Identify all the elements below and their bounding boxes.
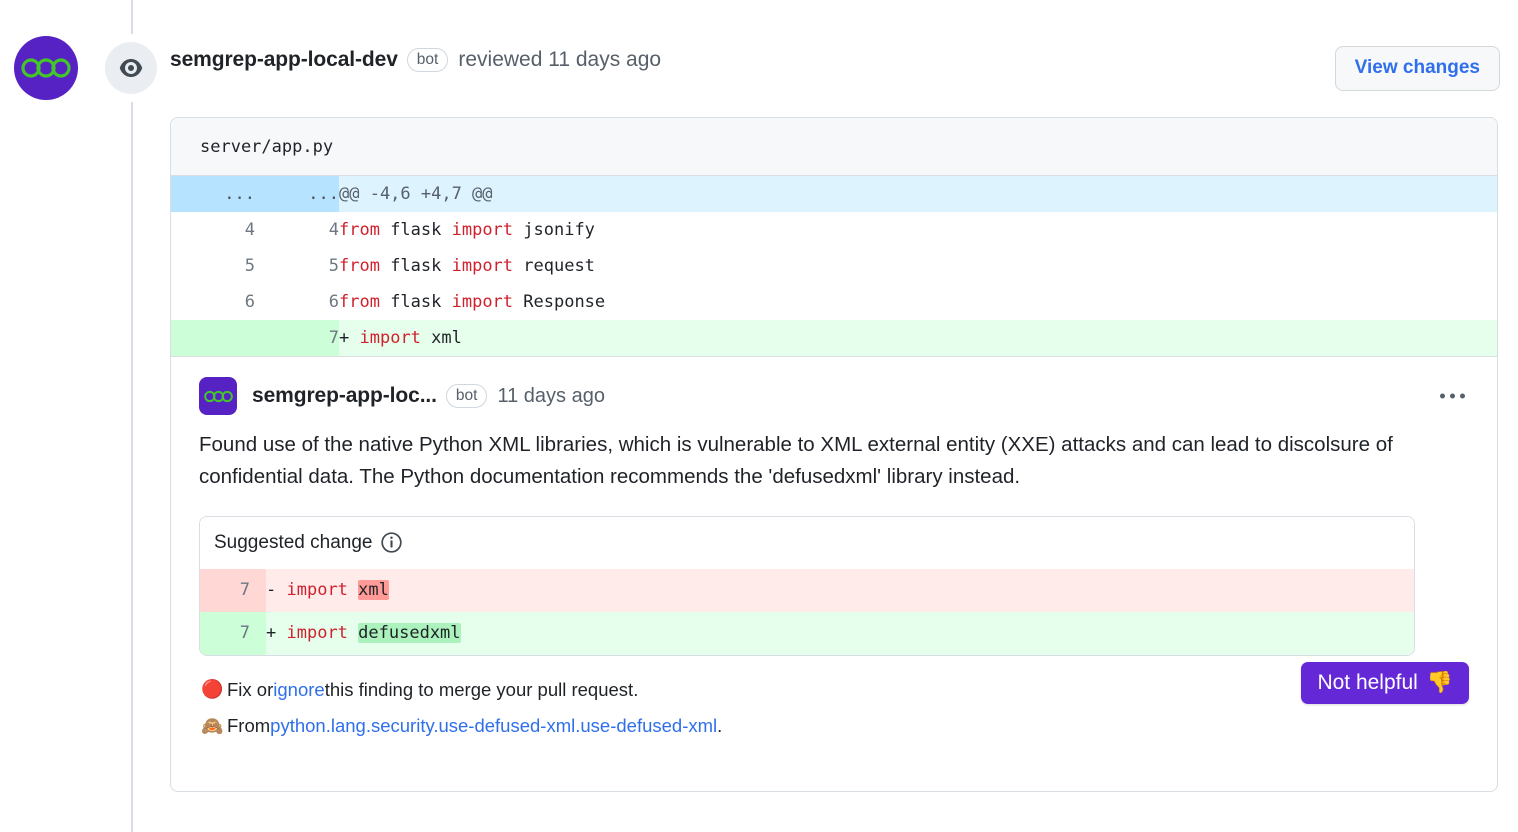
code-keyword: from [339, 220, 380, 240]
code-keyword: import [452, 256, 513, 276]
suggestion-code-line: - import xml [266, 569, 1414, 612]
diff-row-hunk: ... ... @@ -4,6 +4,7 @@ [171, 176, 1497, 212]
diff-row-context: 6 6 from flask import Response [171, 284, 1497, 320]
diff-new-line-number: 5 [255, 248, 339, 284]
suggestion-row-added: 7 + import defusedxml [200, 612, 1414, 655]
diff-new-line-number: 7 [255, 320, 339, 356]
not-helpful-button[interactable]: Not helpful 👎 [1301, 662, 1469, 704]
code-identifier: jsonify [513, 220, 595, 240]
review-header: semgrep-app-local-dev bot reviewed 11 da… [170, 48, 661, 72]
bot-badge: bot [407, 48, 449, 72]
suggestion-line-number: 7 [200, 569, 266, 612]
review-author-name[interactable]: semgrep-app-local-dev [170, 48, 398, 72]
diff-row-context: 4 4 from flask import jsonify [171, 212, 1497, 248]
diff-row-added: 7 + import xml [171, 320, 1497, 356]
severity-note-row: 🔴 Fix or ignore this finding to merge yo… [201, 674, 1469, 705]
diff-code-line: from flask import request [339, 248, 1497, 284]
diff-old-line-number: 5 [171, 248, 255, 284]
diff-code-line: from flask import Response [339, 284, 1497, 320]
suggestion-row-removed: 7 - import xml [200, 569, 1414, 612]
diff-old-line-number: ... [171, 176, 255, 212]
diff-code-line: from flask import jsonify [339, 212, 1497, 248]
comment-footer: 🔴 Fix or ignore this finding to merge yo… [199, 674, 1469, 742]
diff-new-line-number: ... [255, 176, 339, 212]
diff-table: ... ... @@ -4,6 +4,7 @@ 4 4 from flask i… [171, 176, 1497, 356]
code-space [349, 328, 359, 348]
semgrep-logo-icon[interactable] [199, 377, 237, 415]
semgrep-logo-icon[interactable] [14, 36, 78, 100]
comment-author-name[interactable]: semgrep-app-loc... [252, 384, 437, 408]
see-no-evil-monkey-icon: 🙈 [201, 711, 227, 742]
code-keyword: import [287, 623, 348, 643]
from-suffix: . [717, 710, 722, 741]
code-keyword: from [339, 292, 380, 312]
word-diff-removed: xml [358, 580, 389, 600]
rule-source-row: 🙈 From python.lang.security.use-defused-… [201, 710, 1469, 741]
diff-marker: + [266, 623, 276, 643]
code-identifier: request [513, 256, 595, 276]
not-helpful-label: Not helpful [1317, 671, 1417, 695]
code-space [276, 623, 286, 643]
suggested-change-header: Suggested change [200, 517, 1414, 569]
code-space [348, 580, 358, 600]
eye-icon [105, 42, 157, 94]
diff-marker: - [266, 580, 276, 600]
diff-marker: + [339, 328, 349, 348]
fix-note-prefix: Fix or [227, 674, 273, 705]
suggestion-line-number: 7 [200, 612, 266, 655]
code-space [348, 623, 358, 643]
comment-body-text: Found use of the native Python XML libra… [199, 429, 1434, 494]
diff-file-path: server/app.py [200, 137, 333, 157]
word-diff-added: defusedxml [358, 623, 460, 643]
diff-row-context: 5 5 from flask import request [171, 248, 1497, 284]
code-keyword: import [452, 292, 513, 312]
code-keyword: import [287, 580, 348, 600]
diff-old-line-number [171, 320, 255, 356]
suggested-change-box: Suggested change 7 - import xml [199, 516, 1415, 656]
code-keyword: from [339, 256, 380, 276]
pull-request-review-timeline-item: semgrep-app-local-dev bot reviewed 11 da… [0, 0, 1518, 832]
bot-badge: bot [446, 384, 488, 408]
diff-file-header[interactable]: server/app.py [171, 118, 1497, 176]
from-prefix: From [227, 710, 270, 741]
comment-header: semgrep-app-loc... bot 11 days ago [199, 377, 1469, 415]
code-keyword: import [360, 328, 421, 348]
diff-old-line-number: 4 [171, 212, 255, 248]
diff-hunk-header-text: @@ -4,6 +4,7 @@ [339, 176, 1497, 212]
diff-new-line-number: 4 [255, 212, 339, 248]
red-circle-icon: 🔴 [201, 674, 227, 705]
diff-code-line: + import xml [339, 320, 1497, 356]
thumbs-down-icon: 👎 [1427, 671, 1453, 695]
info-circle-icon[interactable] [381, 532, 402, 553]
diff-old-line-number: 6 [171, 284, 255, 320]
view-changes-button[interactable]: View changes [1335, 46, 1500, 91]
timeline-rail [131, 0, 133, 832]
diff-new-line-number: 6 [255, 284, 339, 320]
code-identifier: flask [380, 220, 452, 240]
ignore-link[interactable]: ignore [273, 674, 324, 705]
fix-note-suffix: this finding to merge your pull request. [325, 674, 639, 705]
code-space [276, 580, 286, 600]
suggestion-diff-table: 7 - import xml 7 + import defusedxml [200, 569, 1414, 655]
rule-id-link[interactable]: python.lang.security.use-defused-xml.use… [270, 710, 717, 741]
code-identifier: flask [380, 292, 452, 312]
comment-timestamp: 11 days ago [497, 385, 605, 408]
kebab-menu-icon[interactable] [1438, 388, 1467, 405]
review-comment-card: server/app.py ... ... @@ -4,6 +4,7 @@ 4 … [170, 117, 1498, 792]
review-action-text: reviewed 11 days ago [458, 48, 661, 72]
code-keyword: import [452, 220, 513, 240]
suggested-change-title: Suggested change [214, 532, 372, 554]
code-identifier: flask [380, 256, 452, 276]
code-identifier: xml [421, 328, 462, 348]
review-comment: semgrep-app-loc... bot 11 days ago Found… [171, 356, 1497, 766]
code-identifier: Response [513, 292, 605, 312]
suggestion-code-line: + import defusedxml [266, 612, 1414, 655]
